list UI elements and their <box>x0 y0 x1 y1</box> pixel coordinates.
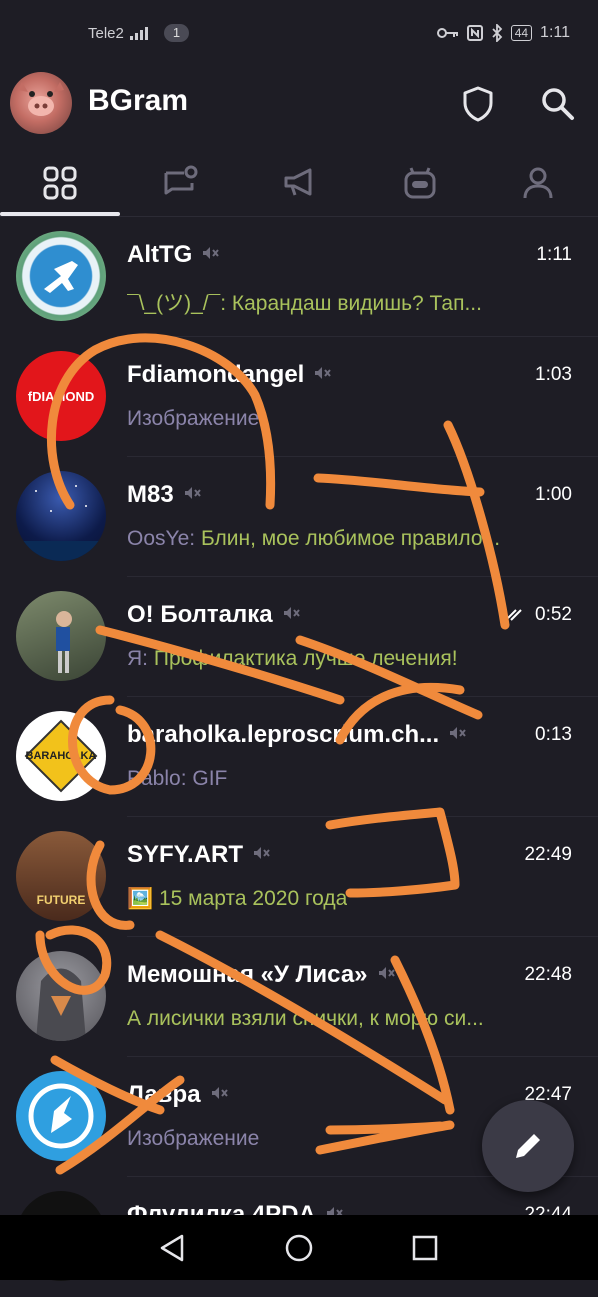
chat-time: 0:52 <box>535 604 572 625</box>
tab-bots[interactable] <box>360 150 480 216</box>
contacts-icon <box>523 167 553 199</box>
chat-name: baraholka.leproscrium.ch... <box>127 721 440 748</box>
chat-row[interactable]: fDIAMOND Fdiamondangel 1:03 Изображение <box>0 337 598 457</box>
chat-avatar: fDIAMOND <box>16 351 106 441</box>
search-button[interactable] <box>538 84 578 124</box>
folder-tabs <box>0 150 598 216</box>
chat-time: 0:13 <box>535 724 572 745</box>
recents-icon[interactable] <box>412 1235 438 1261</box>
status-left: Tele2 1 <box>88 24 190 42</box>
chat-avatar <box>16 591 106 681</box>
app-bar: BGram <box>0 62 598 146</box>
muted-icon <box>447 722 467 750</box>
chat-message: А лисички взяли спички, к морю си... <box>127 1007 484 1030</box>
chat-message: Изображение <box>127 1127 260 1150</box>
muted-icon <box>209 1082 229 1110</box>
pig-avatar-icon <box>18 82 64 116</box>
compose-button[interactable] <box>482 1100 574 1192</box>
chat-row[interactable]: M83 1:00 OosYe: Блин, мое любимое правил… <box>0 457 598 577</box>
chat-time: 1:00 <box>535 484 572 505</box>
chat-row[interactable]: Мемошная «У Лиса» 22:48 А лисички взяли … <box>0 937 598 1057</box>
message-sender: OosYe: <box>127 527 201 550</box>
battery-indicator: 44 <box>510 25 533 41</box>
chat-name: M83 <box>127 481 174 508</box>
chat-message: ¯\_(ツ)_/¯: Карандаш видишь? Тап... <box>127 292 482 315</box>
shield-button[interactable] <box>458 84 498 124</box>
shield-icon <box>463 86 493 122</box>
chat-avatar <box>16 951 106 1041</box>
chat-name: Лавра <box>127 1081 201 1108</box>
avatar-label: BARAHOLKA <box>25 750 97 762</box>
chat-message: Блин, мое любимое правило... <box>200 527 501 550</box>
profile-avatar[interactable] <box>10 72 72 134</box>
muted-icon <box>200 242 220 270</box>
status-right: 44 1:11 <box>436 24 570 42</box>
clock: 1:11 <box>540 24 570 41</box>
chat-row[interactable]: AltTG 1:11 ¯\_(ツ)_/¯: Карандаш видишь? Т… <box>0 217 598 337</box>
night-sky-icon <box>16 485 106 561</box>
channels-icon <box>284 168 312 196</box>
chat-avatar <box>16 471 106 561</box>
chat-time: 22:48 <box>524 964 572 985</box>
jet-icon <box>44 261 78 293</box>
signal-icon <box>129 27 148 40</box>
system-nav-bar <box>0 1215 598 1280</box>
status-bar: Tele2 1 44 1:11 <box>0 0 598 62</box>
bluetooth-icon <box>492 24 502 42</box>
tab-unread[interactable] <box>120 150 240 216</box>
message-sender: Pablo: <box>127 767 193 790</box>
pencil-icon <box>516 1134 540 1158</box>
tab-all-chats[interactable] <box>0 150 120 216</box>
all-chats-icon <box>43 166 77 200</box>
app-title: BGram <box>88 84 189 117</box>
message-sender: Я: <box>127 647 154 670</box>
key-icon <box>436 28 458 38</box>
chat-message: Изображение <box>127 407 260 430</box>
chat-message: 🖼️ 15 марта 2020 года <box>127 887 348 910</box>
back-icon[interactable] <box>158 1233 186 1263</box>
chat-name: SYFY.ART <box>127 841 244 868</box>
sim-badge: 1 <box>163 24 190 42</box>
nfc-icon <box>466 25 483 41</box>
chat-row[interactable]: BARAHOLKA baraholka.leproscrium.ch... 0:… <box>0 697 598 817</box>
chat-message: Профилактика лучше лечения! <box>153 647 458 670</box>
chat-row[interactable]: О! Болталка 0:52 Я: Профилактика лучше л… <box>0 577 598 697</box>
tab-contacts[interactable] <box>478 150 598 216</box>
avatar-label: FUTURE <box>36 893 86 907</box>
chat-name: О! Болталка <box>127 601 273 628</box>
chat-avatar: FUTURE <box>16 831 106 921</box>
muted-icon <box>312 362 332 390</box>
chat-row[interactable]: FUTURE SYFY.ART 22:49 🖼️ 15 марта 2020 г… <box>0 817 598 937</box>
muted-icon <box>281 602 301 630</box>
read-checkmarks-icon <box>500 609 522 622</box>
home-icon[interactable] <box>284 1233 314 1263</box>
chat-time: 1:03 <box>535 364 572 385</box>
tab-channels[interactable] <box>240 150 360 216</box>
chat-name: Мемошная «У Лиса» <box>127 961 368 988</box>
chat-name: Fdiamondangel <box>127 361 305 388</box>
carrier-name: Tele2 <box>88 24 124 42</box>
muted-icon <box>376 962 396 990</box>
unicorn-icon <box>28 1083 94 1149</box>
photo-person-icon <box>56 611 72 673</box>
muted-icon <box>251 842 271 870</box>
chat-name: AltTG <box>127 241 193 268</box>
chat-time: 22:49 <box>524 844 572 865</box>
chat-avatar: BARAHOLKA <box>16 711 106 801</box>
chat-avatar <box>16 1071 106 1161</box>
chat-time: 1:11 <box>536 244 572 265</box>
avatar-label: fDIAMOND <box>27 388 95 404</box>
unread-chats-icon <box>164 165 198 195</box>
bots-icon <box>404 167 436 199</box>
search-icon <box>542 88 574 120</box>
chat-message: GIF <box>192 767 228 790</box>
chat-avatar <box>16 231 106 321</box>
fox-hood-icon <box>36 968 86 1041</box>
muted-icon <box>182 482 202 510</box>
